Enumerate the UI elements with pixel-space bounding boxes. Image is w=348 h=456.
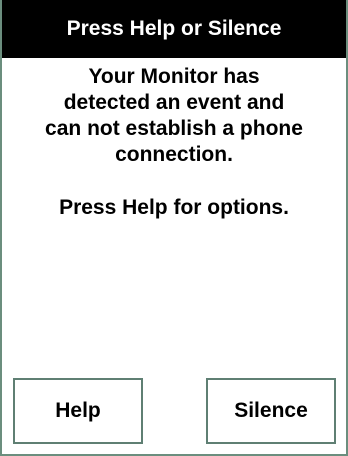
- message-line-2: detected an event and: [63, 91, 285, 114]
- silence-button[interactable]: Silence: [206, 378, 336, 444]
- monitor-screen: Press Help or Silence Your Monitor has d…: [0, 0, 348, 456]
- message-line-3: can not establish a phone: [45, 117, 303, 140]
- message-line-1: Your Monitor has: [88, 65, 260, 88]
- page-title: Press Help or Silence: [66, 17, 282, 40]
- message-area: Your Monitor has detected an event and c…: [2, 58, 346, 221]
- message-line-4: connection.: [115, 143, 233, 166]
- help-instruction: Press Help for options.: [59, 196, 289, 219]
- help-button[interactable]: Help: [13, 378, 143, 444]
- title-bar: Press Help or Silence: [2, 0, 346, 58]
